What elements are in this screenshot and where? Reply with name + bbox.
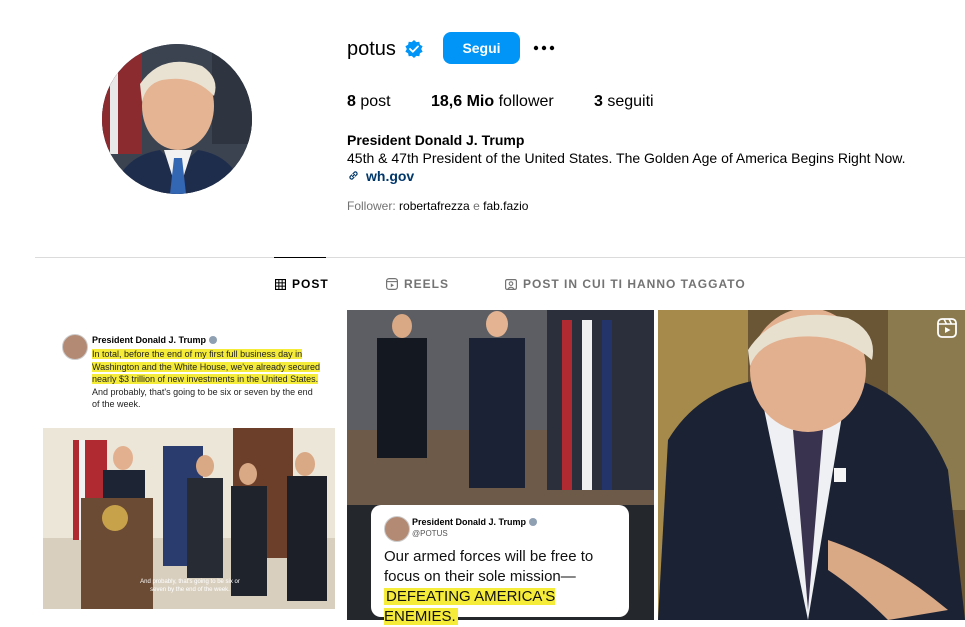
following-label: seguiti [607, 93, 654, 110]
tab-tagged[interactable]: POST IN CUI TI HANNO TAGGATO [505, 276, 746, 292]
post1-video-caption: And probably, that's going to be six or … [140, 579, 240, 593]
profile-website-link[interactable]: wh.gov [366, 167, 414, 185]
posts-count: 8 [347, 93, 356, 110]
profile-avatar[interactable] [102, 44, 252, 194]
tab-reels-label: REELS [404, 277, 450, 291]
followed-by-user-1[interactable]: robertafrezza [399, 199, 470, 213]
profile-username: potus [347, 38, 396, 60]
tab-tagged-label: POST IN CUI TI HANNO TAGGATO [523, 277, 746, 291]
post2-quote-highlight: DEFEATING AMERICA'S ENEMIES. [384, 588, 556, 625]
profile-bio: 45th & 47th President of the United Stat… [347, 150, 906, 166]
link-icon [349, 171, 358, 180]
followers-count: 18,6 Mio [431, 93, 495, 110]
post1-text: In total, before the end of my first ful… [92, 348, 322, 411]
verified-badge-icon [208, 336, 217, 344]
post2-author-handle: @POTUS [412, 529, 448, 538]
profile-divider [35, 257, 965, 258]
post-tile-3[interactable] [658, 310, 965, 620]
posts-label: post [360, 93, 391, 110]
verified-badge-icon [528, 518, 537, 526]
post2-quote-text: Our armed forces will be free to focus o… [384, 547, 624, 627]
post2-author-name: President Donald J. Trump [412, 517, 537, 528]
following-count: 3 [594, 93, 603, 110]
following-stat[interactable]: 3 seguiti [594, 92, 654, 112]
post1-author-name: President Donald J. Trump [92, 335, 217, 346]
post2-author-avatar [384, 516, 410, 542]
followed-by-line: Follower: robertafrezza e fab.fazio [347, 199, 528, 213]
verified-badge-icon [405, 40, 423, 58]
followed-by-prefix: Follower: [347, 199, 396, 213]
followers-stat[interactable]: 18,6 Mio follower [431, 92, 554, 112]
followed-by-user-2[interactable]: fab.fazio [483, 199, 528, 213]
post2-quote-plain: Our armed forces will be free to focus o… [384, 548, 594, 585]
post1-author-avatar [62, 334, 88, 360]
post1-photo: And probably, that's going to be six or … [43, 428, 335, 609]
followers-label: follower [498, 93, 554, 110]
posts-count-stat: 8 post [347, 92, 391, 112]
follow-button[interactable]: Segui [443, 32, 520, 64]
more-options-icon[interactable] [532, 38, 556, 58]
tagged-icon [505, 279, 517, 290]
followed-by-separator: e [473, 199, 480, 213]
post1-text-rest: And probably, that's going to be six or … [92, 386, 313, 410]
reel-icon [937, 318, 957, 338]
tab-posts-label: POST [292, 277, 329, 291]
tab-posts[interactable]: POST [275, 276, 329, 292]
tab-reels[interactable]: REELS [386, 276, 449, 292]
post1-text-highlight: In total, before the end of my first ful… [92, 349, 321, 384]
reels-icon [386, 278, 398, 290]
grid-icon [275, 278, 286, 290]
profile-full-name: President Donald J. Trump [347, 132, 525, 148]
active-tab-indicator [274, 257, 326, 258]
